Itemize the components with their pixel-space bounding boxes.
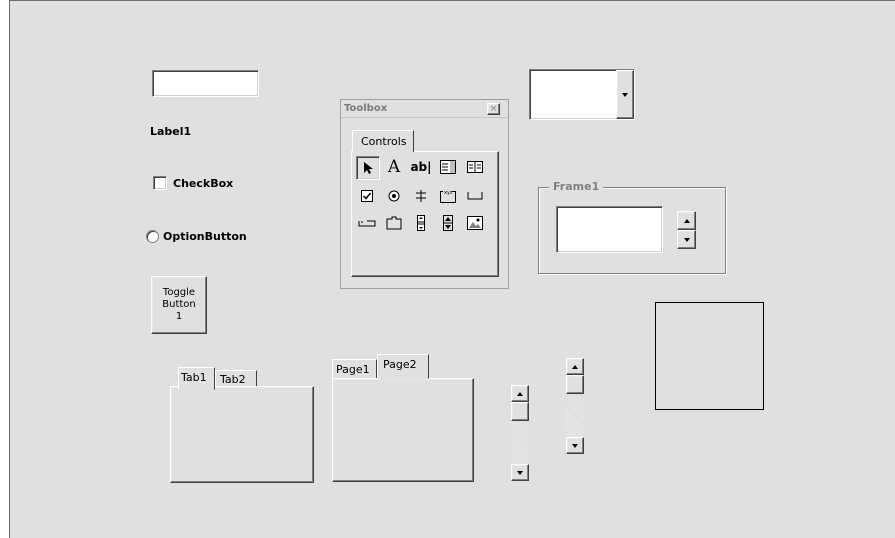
commandbutton-icon[interactable] bbox=[464, 185, 486, 207]
scrollbar-icon[interactable] bbox=[410, 212, 432, 234]
image-icon[interactable] bbox=[464, 212, 486, 234]
tab-controls[interactable]: Controls bbox=[352, 130, 414, 152]
scrollbar-vertical-1[interactable] bbox=[511, 385, 529, 481]
spin-button[interactable] bbox=[677, 211, 696, 249]
checkbox-control[interactable]: CheckBox bbox=[153, 176, 233, 190]
tab-page2-label: Page2 bbox=[383, 358, 417, 371]
arrow-down-icon bbox=[517, 470, 523, 475]
select-objects-icon[interactable] bbox=[356, 156, 380, 180]
chevron-down-icon bbox=[622, 92, 628, 97]
toolbox-title: Toolbox bbox=[344, 103, 388, 114]
scroll-down-button[interactable] bbox=[566, 437, 584, 454]
frame-icon[interactable]: xyz bbox=[437, 185, 459, 207]
scroll-up-button[interactable] bbox=[511, 385, 529, 402]
close-icon[interactable]: × bbox=[487, 103, 500, 115]
tab-controls-label: Controls bbox=[361, 135, 407, 148]
arrow-up-icon bbox=[517, 391, 523, 396]
listbox-icon[interactable] bbox=[464, 156, 486, 178]
toggle-button[interactable]: Toggle Button 1 bbox=[151, 276, 207, 334]
image-control[interactable] bbox=[655, 302, 764, 410]
arrow-up-icon bbox=[683, 218, 690, 223]
tabstrip-control[interactable]: Tab1 Tab2 bbox=[170, 364, 315, 484]
tab-tab1[interactable]: Tab1 bbox=[178, 367, 215, 390]
toggle-line-3: 1 bbox=[175, 311, 183, 322]
optionbutton-control[interactable]: OptionButton bbox=[146, 230, 247, 243]
tabstrip-panel bbox=[170, 386, 314, 483]
checkbox-label: CheckBox bbox=[173, 176, 234, 190]
tabstrip-icon[interactable] bbox=[356, 212, 378, 234]
spinbutton-icon[interactable] bbox=[437, 212, 459, 234]
multipage-icon[interactable] bbox=[383, 212, 405, 234]
tab-tab1-label: Tab1 bbox=[181, 371, 207, 384]
arrow-down-icon bbox=[572, 443, 578, 448]
tab-tab2-label: Tab2 bbox=[220, 373, 246, 386]
toolbox-panel: A ab| xyz bbox=[351, 151, 499, 277]
toggle-line-2: Button bbox=[162, 299, 196, 310]
arrow-up-icon bbox=[572, 364, 578, 369]
frame1[interactable]: Frame1 bbox=[538, 180, 726, 274]
tab-page1-label: Page1 bbox=[336, 363, 370, 376]
toolbox-titlebar[interactable]: Toolbox × bbox=[341, 100, 508, 118]
multipage-panel bbox=[332, 378, 474, 482]
frame1-caption: Frame1 bbox=[549, 180, 604, 193]
toolbox-window: Toolbox × Controls A ab| xyz bbox=[340, 99, 509, 289]
combobox-dropdown-button[interactable] bbox=[616, 70, 634, 119]
textbox-icon[interactable]: ab| bbox=[410, 156, 432, 178]
scroll-thumb[interactable] bbox=[511, 402, 529, 421]
textbox-control[interactable] bbox=[152, 70, 259, 97]
multipage-control[interactable]: Page1 Page2 bbox=[332, 351, 475, 483]
combobox-icon[interactable] bbox=[437, 156, 459, 178]
tab-page2[interactable]: Page2 bbox=[377, 354, 429, 379]
tab-page1[interactable]: Page1 bbox=[332, 359, 377, 379]
combobox-control[interactable] bbox=[529, 69, 635, 120]
frame-textbox[interactable] bbox=[556, 206, 663, 253]
scroll-up-button[interactable] bbox=[566, 358, 584, 375]
label1[interactable]: Label1 bbox=[150, 125, 191, 138]
toggle-line-1: Toggle bbox=[162, 287, 196, 298]
label-icon[interactable]: A bbox=[383, 156, 405, 178]
spin-up-button[interactable] bbox=[677, 211, 696, 230]
spin-down-button[interactable] bbox=[677, 230, 696, 249]
optionbutton-label: OptionButton bbox=[163, 230, 247, 243]
checkbox-icon[interactable] bbox=[356, 185, 378, 207]
scrollbar-vertical-2[interactable] bbox=[566, 358, 584, 454]
scroll-thumb[interactable] bbox=[566, 375, 584, 394]
checkbox-box[interactable] bbox=[153, 176, 167, 190]
userform-canvas: Label1 CheckBox OptionButton Toggle Butt… bbox=[9, 0, 895, 538]
arrow-down-icon bbox=[683, 237, 690, 242]
radio-circle[interactable] bbox=[146, 230, 159, 243]
togglebutton-icon[interactable] bbox=[410, 185, 432, 207]
scroll-down-button[interactable] bbox=[511, 464, 529, 481]
svg-text:xyz: xyz bbox=[444, 190, 453, 196]
optionbutton-icon[interactable] bbox=[383, 185, 405, 207]
